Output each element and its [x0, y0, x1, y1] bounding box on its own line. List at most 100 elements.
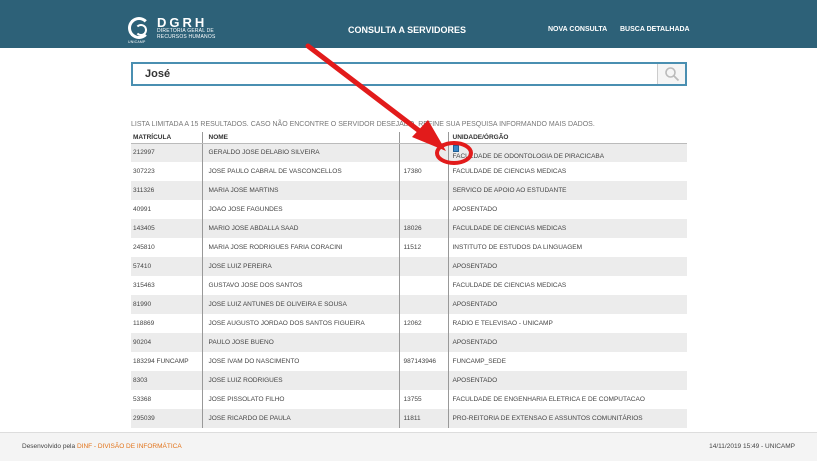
cell-matricula: 90204: [131, 333, 202, 352]
cell-matricula: 143405: [131, 219, 202, 238]
table-row[interactable]: 245810 MARIA JOSE RODRIGUES FARIA CORACI…: [131, 238, 687, 257]
cell-matricula: 212997: [131, 143, 202, 162]
cell-ramal: [398, 181, 448, 200]
nova-consulta-link[interactable]: NOVA CONSULTA: [548, 26, 607, 33]
cell-unidade: FACULDADE DE CIENCIAS MEDICAS: [447, 162, 687, 181]
search-icon: [664, 67, 679, 82]
dgrh-logo[interactable]: UNICAMP DGRH DIRETORIA GERAL DE RECURSOS…: [128, 16, 217, 44]
search-bar: [131, 62, 687, 86]
dinf-link[interactable]: DINF - DIVISÃO DE INFORMÁTICA: [77, 443, 182, 450]
cell-matricula: 118869: [133, 320, 155, 327]
table-row[interactable]: 315463 GUSTAVO JOSE DOS SANTOS FACULDADE…: [131, 276, 687, 295]
results-limit-notice: LISTA LIMITADA A 15 RESULTADOS. CASO NÃO…: [131, 121, 595, 128]
results-table: MATRÍCULA NOME UNIDADE/ÓRGÃO 212997 GERA…: [131, 132, 687, 428]
table-row[interactable]: 295039 JOSE RICARDO DE PAULA 11811 PRO-R…: [131, 409, 687, 428]
cell-nome: JOSE PAULO CABRAL DE VASCONCELLOS: [201, 162, 399, 181]
cell-nome: GERALDO JOSE DELABIO SILVEIRA: [201, 143, 399, 162]
column-header-matricula: MATRÍCULA: [131, 132, 202, 144]
cell-matricula: 53368: [133, 396, 152, 403]
cell-matricula: 8303: [131, 371, 202, 390]
cell-matricula: 295039: [131, 409, 202, 428]
cell-nome: JOSE PISSOLATO FILHO: [201, 390, 399, 409]
cell-matricula: 311326: [131, 181, 202, 200]
column-header-ramal: [398, 132, 448, 144]
cell-unidade: APOSENTADO: [447, 200, 687, 219]
table-header-row: MATRÍCULA NOME UNIDADE/ÓRGÃO: [131, 132, 687, 144]
cell-nome: JOAO JOSE FAGUNDES: [201, 200, 399, 219]
top-header: UNICAMP DGRH DIRETORIA GERAL DE RECURSOS…: [0, 0, 817, 48]
cell-unidade: INSTITUTO DE ESTUDOS DA LINGUAGEM: [447, 238, 687, 257]
search-input[interactable]: [133, 64, 657, 84]
unicamp-logo-icon: [128, 17, 150, 39]
cell-ramal: [398, 371, 448, 390]
table-row[interactable]: 90204 PAULO JOSE BUENO APOSENTADO: [131, 333, 687, 352]
page-title: CONSULTA A SERVIDORES: [348, 25, 467, 35]
column-header-unidade: UNIDADE/ÓRGÃO: [447, 132, 687, 144]
cell-ramal: [398, 257, 448, 276]
busca-detalhada-link[interactable]: BUSCA DETALHADA: [620, 26, 690, 33]
cell-unidade-with-icon: FACULDADE DE ODONTOLOGIA DE PIRACICABA: [447, 143, 687, 162]
cell-unidade: APOSENTADO: [447, 333, 687, 352]
cell-matricula: 57410: [131, 257, 202, 276]
cell-matricula: 315463: [133, 282, 155, 289]
cell-ramal: [398, 333, 448, 352]
cell-unidade: FACULDADE DE ODONTOLOGIA DE PIRACICABA: [452, 153, 605, 161]
cell-matricula: 40991: [133, 206, 152, 213]
table-row[interactable]: 57410 JOSE LUIZ PEREIRA APOSENTADO: [131, 257, 687, 276]
cell-matricula: 183294 FUNCAMP: [133, 358, 189, 365]
cell-nome: MARIA JOSE RODRIGUES FARIA CORACINI: [201, 238, 399, 257]
cell-nome: JOSE LUIZ ANTUNES DE OLIVEIRA E SOUSA: [201, 295, 399, 314]
table-row[interactable]: 40991 JOAO JOSE FAGUNDES APOSENTADO: [131, 200, 687, 219]
cell-nome: PAULO JOSE BUENO: [201, 333, 399, 352]
cell-ramal: 12062: [398, 314, 448, 333]
cell-ramal: 987143946: [398, 352, 448, 371]
cell-ramal: [398, 276, 448, 295]
cell-unidade: RADIO E TELEVISAO - UNICAMP: [447, 314, 687, 333]
cell-ramal: 11811: [398, 409, 448, 428]
cell-nome: MARIA JOSE MARTINS: [201, 181, 399, 200]
cell-ramal: [398, 143, 448, 162]
cell-ramal: 17380: [398, 162, 448, 181]
cell-matricula: 245810: [133, 244, 155, 251]
cell-ramal: 18026: [398, 219, 448, 238]
cell-nome: JOSE RICARDO DE PAULA: [201, 409, 399, 428]
cell-matricula: 81990: [131, 295, 202, 314]
table-row[interactable]: 53368 JOSE PISSOLATO FILHO 13755 FACULDA…: [131, 390, 687, 409]
table-row[interactable]: 212997 GERALDO JOSE DELABIO SILVEIRA FAC…: [131, 143, 687, 162]
cell-ramal: [398, 295, 448, 314]
cell-nome: JOSE AUGUSTO JORDAO DOS SANTOS FIGUEIRA: [201, 314, 399, 333]
cell-ramal: 11512: [398, 238, 448, 257]
footer: Desenvolvido pela DINF - DIVISÃO DE INFO…: [0, 432, 817, 461]
cell-nome: MARIO JOSE ABDALLA SAAD: [201, 219, 399, 238]
cell-matricula: 307223: [133, 168, 155, 175]
footer-prefix: Desenvolvido pela: [22, 443, 77, 450]
search-button[interactable]: [657, 64, 685, 84]
cell-ramal: 13755: [398, 390, 448, 409]
logo-subtitle: UNICAMP: [128, 40, 146, 44]
cell-unidade: FUNCAMP_SEDE: [447, 352, 687, 371]
document-icon[interactable]: [452, 145, 459, 153]
table-row[interactable]: 8303 JOSE LUIZ RODRIGUES APOSENTADO: [131, 371, 687, 390]
cell-nome: GUSTAVO JOSE DOS SANTOS: [201, 276, 399, 295]
cell-unidade: FACULDADE DE CIENCIAS MEDICAS: [447, 219, 687, 238]
cell-unidade: SERVICO DE APOIO AO ESTUDANTE: [447, 181, 687, 200]
table-row[interactable]: 81990 JOSE LUIZ ANTUNES DE OLIVEIRA E SO…: [131, 295, 687, 314]
table-row[interactable]: 118869 JOSE AUGUSTO JORDAO DOS SANTOS FI…: [131, 314, 687, 333]
cell-unidade: FACULDADE DE CIENCIAS MEDICAS: [447, 276, 687, 295]
cell-nome: JOSE LUIZ PEREIRA: [201, 257, 399, 276]
table-row[interactable]: 183294 FUNCAMP JOSE IVAM DO NASCIMENTO 9…: [131, 352, 687, 371]
cell-unidade: FACULDADE DE ENGENHARIA ELETRICA E DE CO…: [447, 390, 687, 409]
table-row[interactable]: 307223 JOSE PAULO CABRAL DE VASCONCELLOS…: [131, 162, 687, 181]
cell-unidade: APOSENTADO: [447, 371, 687, 390]
cell-nome: JOSE LUIZ RODRIGUES: [201, 371, 399, 390]
cell-unidade: APOSENTADO: [447, 295, 687, 314]
cell-nome: JOSE IVAM DO NASCIMENTO: [201, 352, 399, 371]
cell-unidade: APOSENTADO: [447, 257, 687, 276]
logo-description: DIRETORIA GERAL DE RECURSOS HUMANOS: [157, 28, 216, 40]
footer-timestamp: 14/11/2019 15:49 - UNICAMP: [709, 443, 795, 450]
column-header-nome: NOME: [201, 132, 399, 144]
footer-credits: Desenvolvido pela DINF - DIVISÃO DE INFO…: [22, 443, 182, 450]
cell-unidade: PRO-REITORIA DE EXTENSAO E ASSUNTOS COMU…: [447, 409, 687, 428]
table-row[interactable]: 311326 MARIA JOSE MARTINS SERVICO DE APO…: [131, 181, 687, 200]
table-row[interactable]: 143405 MARIO JOSE ABDALLA SAAD 18026 FAC…: [131, 219, 687, 238]
